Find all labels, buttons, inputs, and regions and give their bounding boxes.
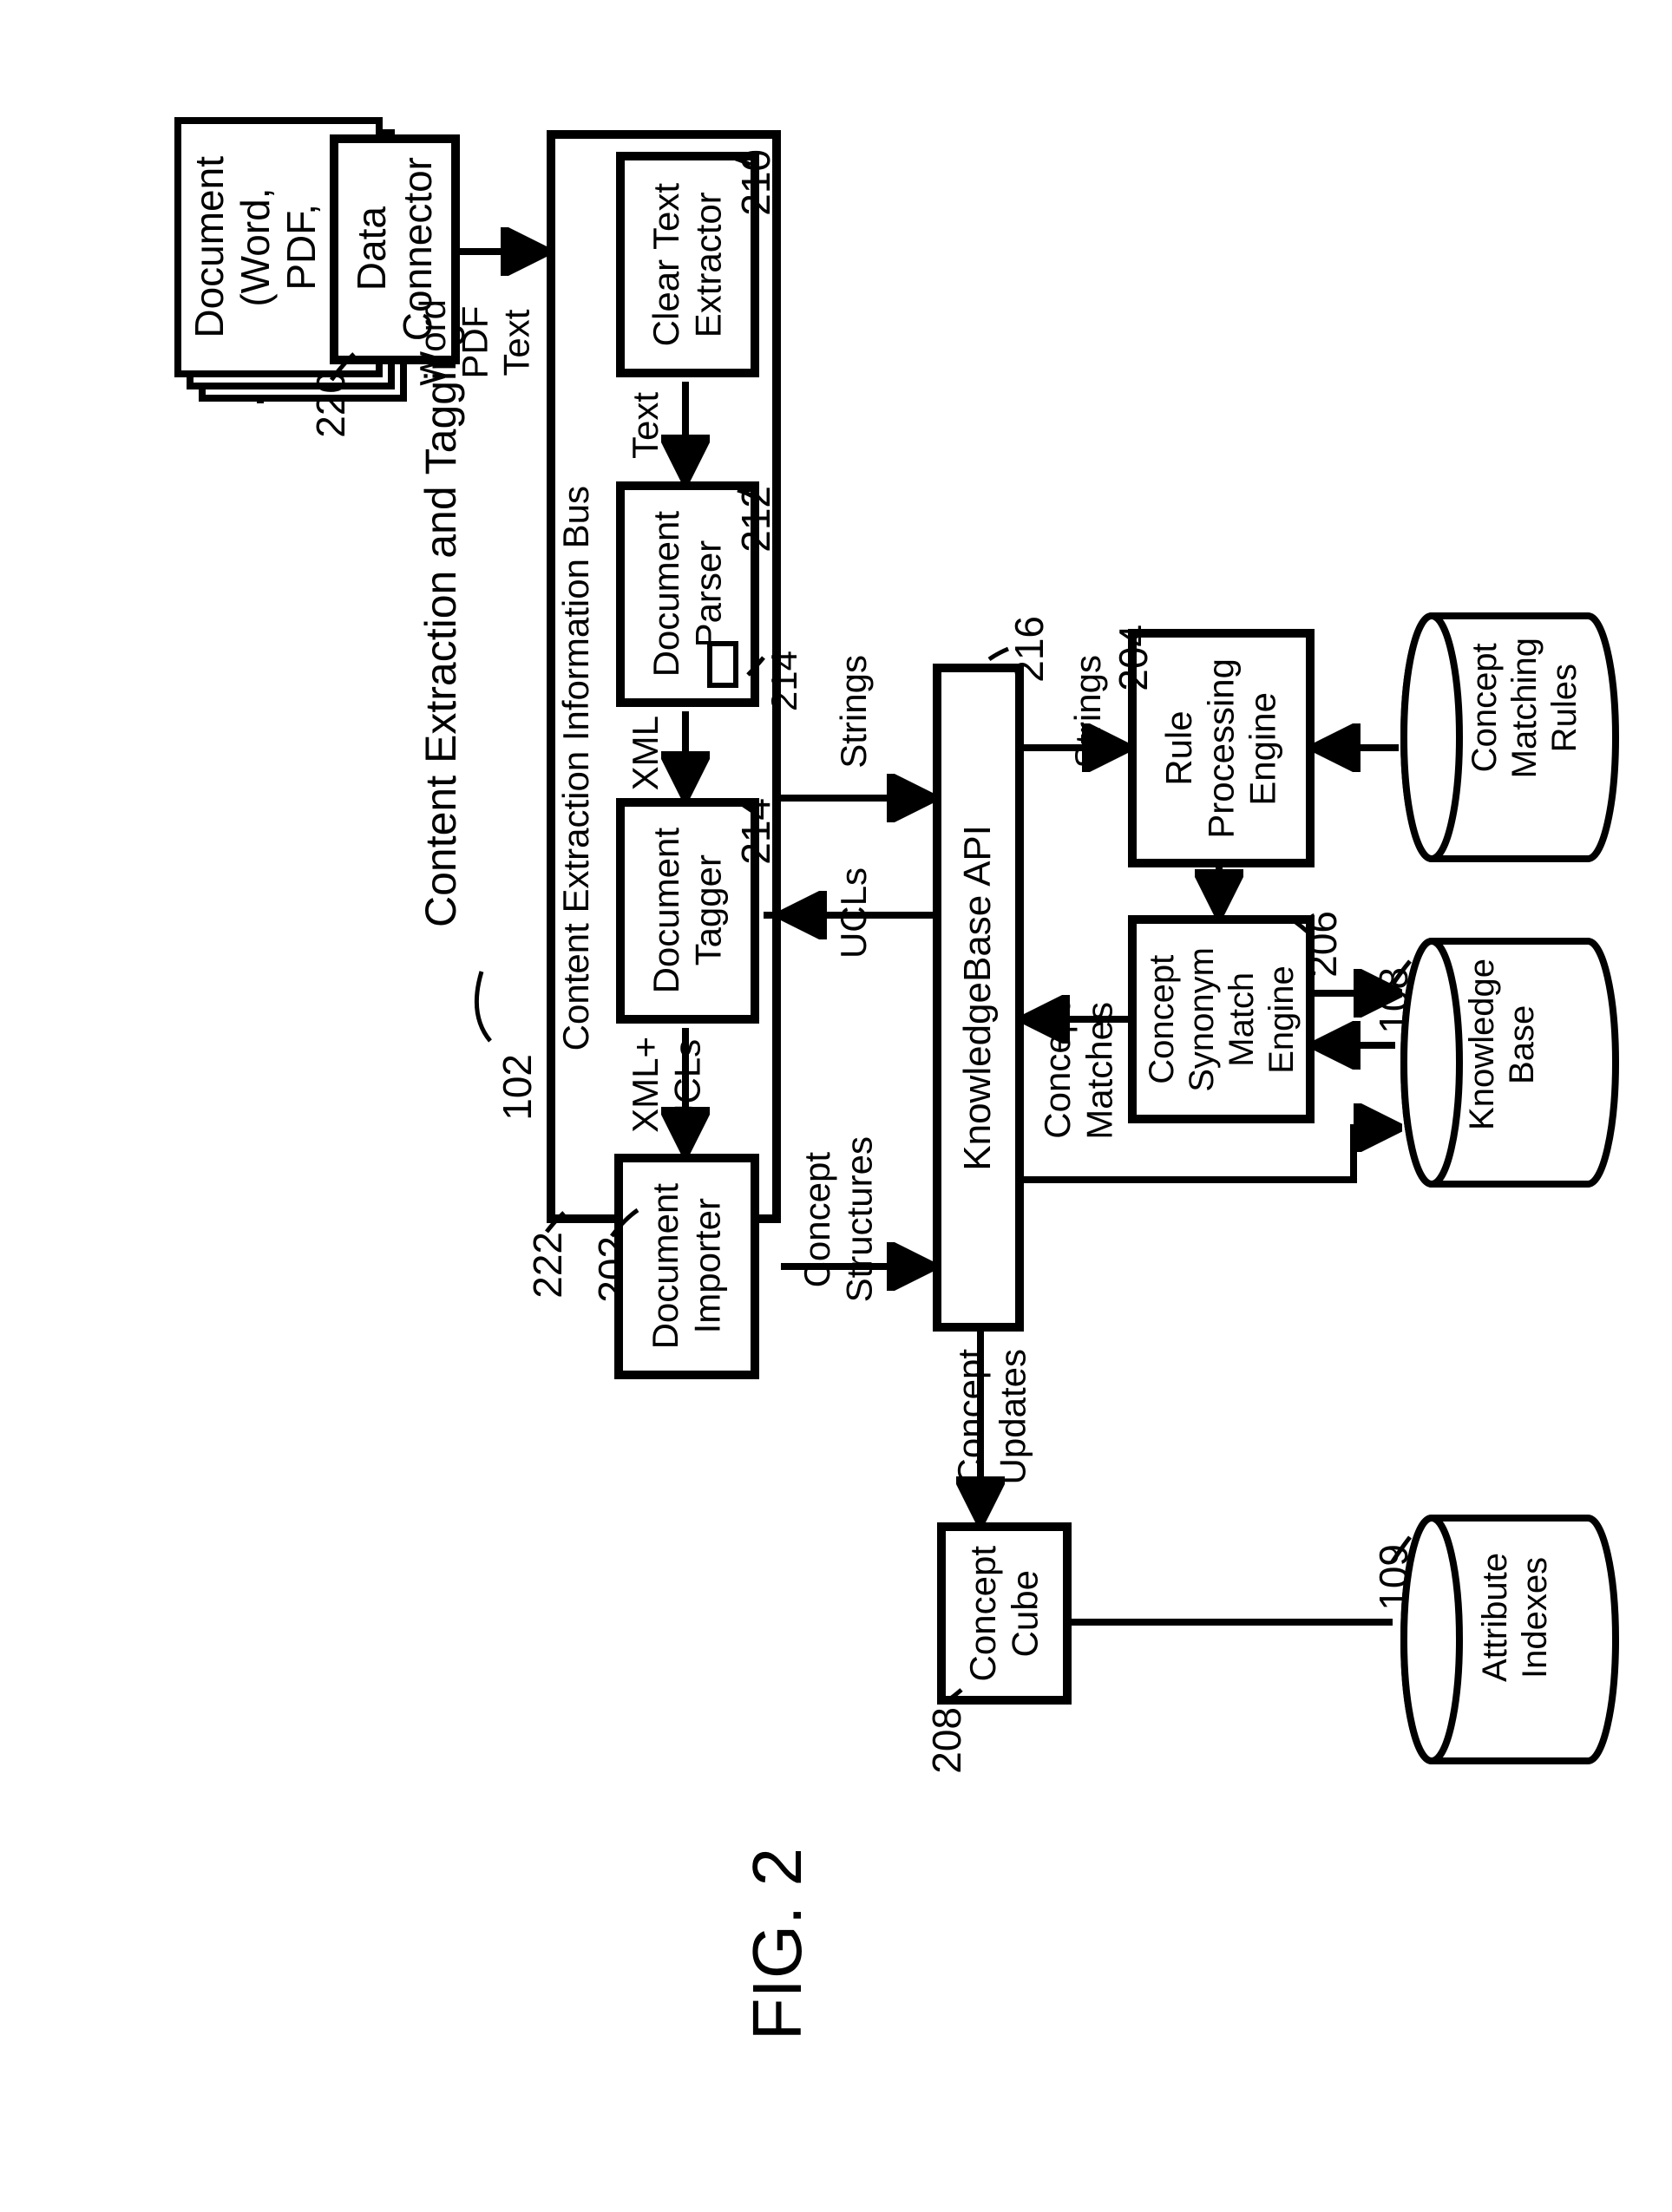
- cube-label: ConceptCube: [962, 1546, 1046, 1681]
- ref-108: 108: [1371, 967, 1417, 1034]
- flow-word-pdf-text: WordPDFText: [412, 299, 538, 386]
- diagram-canvas: Content Extraction and Tagging Service F…: [0, 0, 1672, 2212]
- kb-db-label: KnowledgeBase: [1462, 959, 1542, 1130]
- ref-210: 210: [733, 149, 779, 216]
- flow-ucls: UCLs: [833, 867, 875, 959]
- tagger-label: DocumentTagger: [646, 828, 730, 993]
- ref-208: 208: [924, 1707, 970, 1774]
- flow-concept-matches: ConceptMatches: [1037, 1002, 1121, 1140]
- ref-216: 216: [1006, 616, 1052, 683]
- ref-214a: 214: [764, 651, 805, 711]
- attr-db-label: AttributeIndexes: [1475, 1553, 1555, 1682]
- rule-label: RuleProcessingEngine: [1158, 658, 1284, 839]
- flow-xml: XML: [625, 716, 666, 790]
- flow-strings-2: Strings: [1067, 655, 1109, 769]
- ref-102: 102: [495, 1054, 541, 1121]
- ref-212: 212: [733, 486, 779, 553]
- figure-label: FIG. 2: [738, 1848, 817, 2040]
- flow-text: Text: [625, 392, 666, 459]
- importer-box: DocumentImporter: [614, 1154, 759, 1379]
- ref-214b: 214: [733, 798, 779, 865]
- ref-204: 204: [1111, 625, 1157, 691]
- ref-206: 206: [1300, 911, 1346, 978]
- flow-xml-ucls: XML+UCLs: [625, 1037, 709, 1133]
- clear-text-label: Clear TextExtractor: [646, 183, 730, 346]
- flow-strings-1: Strings: [833, 655, 875, 769]
- synonym-label: ConceptSynonymMatchEngine: [1142, 947, 1302, 1092]
- flow-concept-structures: ConceptStructures: [797, 1136, 881, 1302]
- rules-db-label: ConceptMatchingRules: [1465, 638, 1584, 778]
- ref-222: 222: [525, 1232, 571, 1299]
- api-box: KnowledgeBase API: [933, 664, 1024, 1332]
- synonym-box: ConceptSynonymMatchEngine: [1128, 915, 1315, 1123]
- cube-box: ConceptCube: [937, 1522, 1072, 1705]
- flow-concept-updates: ConceptUpdates: [950, 1349, 1034, 1484]
- api-label: KnowledgeBase API: [956, 825, 1000, 1171]
- ref-220: 220: [308, 371, 354, 438]
- ref-109: 109: [1371, 1544, 1417, 1611]
- bus-title: Content Extraction Information Bus: [555, 486, 597, 1050]
- importer-label: DocumentImporter: [645, 1183, 729, 1349]
